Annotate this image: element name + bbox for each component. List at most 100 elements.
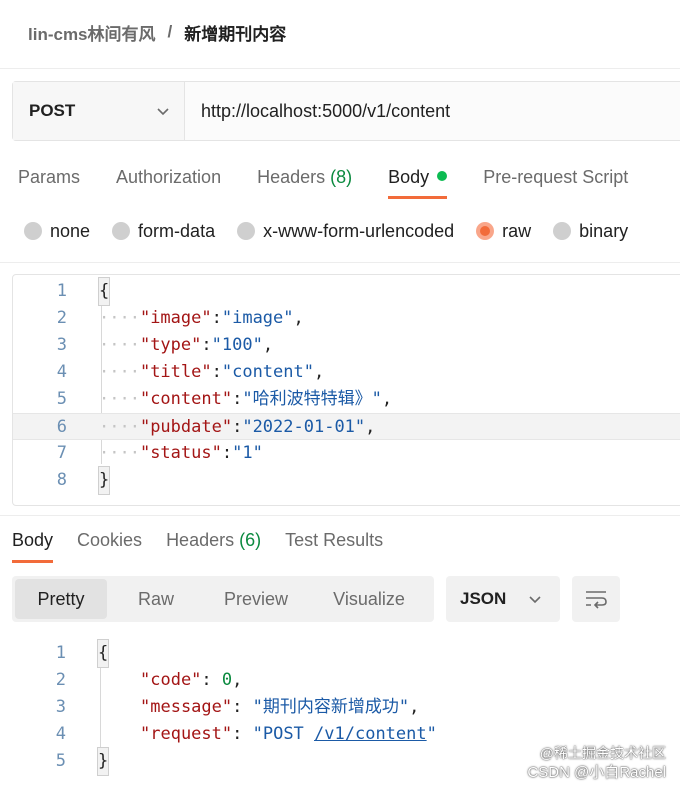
tab-body[interactable]: Body (388, 163, 448, 199)
colon: : (232, 724, 253, 744)
indent-dots: ···· (99, 417, 140, 437)
method-select[interactable]: POST (13, 82, 185, 140)
view-raw-button[interactable]: Raw (107, 579, 205, 619)
json-key: "message" (140, 697, 233, 717)
radio-binary[interactable]: binary (553, 221, 628, 242)
line-number: 2 (55, 670, 66, 690)
code-line: 8 } (13, 466, 680, 495)
comma: , (365, 417, 376, 437)
breadcrumb: lin-cms林间有风 / 新增期刊内容 (28, 20, 286, 44)
watermark-line2: CSDN @小白Rachel (527, 764, 666, 781)
resp-tab-test-results[interactable]: Test Results (285, 527, 383, 563)
headers-count: (8) (330, 167, 353, 187)
colon: : (232, 417, 243, 437)
radio-icon (24, 222, 42, 240)
breadcrumb-parent[interactable]: lin-cms林间有风 (28, 20, 156, 45)
tab-label: Params (18, 167, 81, 187)
json-key: "image" (139, 308, 212, 328)
indent-dots: ···· (99, 389, 140, 409)
resp-tab-body[interactable]: Body (12, 527, 54, 563)
line-number: 5 (55, 751, 66, 771)
radio-label: raw (502, 220, 532, 241)
comma: , (232, 670, 243, 690)
line-number: 3 (55, 697, 66, 717)
code-line: 1 { (13, 277, 680, 306)
url-input[interactable]: http://localhost:5000/v1/content (185, 82, 680, 140)
chevron-down-icon (529, 596, 541, 604)
request-bar: POST http://localhost:5000/v1/content (12, 81, 680, 141)
radio-form-data[interactable]: form-data (112, 221, 215, 242)
json-value: "image" (221, 308, 294, 328)
radio-icon (237, 222, 256, 240)
code-line: 7 ····"status":"1" (13, 440, 680, 467)
json-value: "1" (232, 443, 263, 463)
code-line: 2 "code": 0, (0, 667, 680, 694)
view-mode-group: Pretty Raw Preview Visualize (12, 576, 434, 622)
tab-label: Test Results (285, 530, 384, 550)
json-value: "期刊内容新增成功" (252, 697, 410, 717)
request-link[interactable]: /v1/content (314, 724, 427, 744)
view-preview-button[interactable]: Preview (205, 579, 307, 619)
json-value: "100" (211, 335, 263, 355)
body-type-radios: none form-data x-www-form-urlencoded raw… (24, 218, 650, 244)
code-line-highlighted: 6 ····"pubdate":"2022-01-01", (13, 413, 680, 440)
watermark-line1: @稀土掘金技术社区 (539, 745, 666, 761)
tab-label: Headers (166, 530, 235, 550)
response-tabs: Body Cookies Headers (6) Test Results (12, 527, 407, 567)
open-brace: { (97, 277, 111, 306)
radio-x-www-form-urlencoded[interactable]: x-www-form-urlencoded (237, 221, 454, 242)
tab-authorization[interactable]: Authorization (116, 163, 221, 199)
radio-label: x-www-form-urlencoded (263, 220, 455, 241)
json-key: "pubdate" (139, 417, 233, 437)
json-key: "content" (139, 389, 233, 409)
tab-params[interactable]: Params (18, 163, 80, 199)
indent-dots: ···· (99, 335, 140, 355)
radio-label: form-data (138, 220, 216, 241)
code-line: 3 ····"type":"100", (13, 332, 680, 359)
colon: : (201, 335, 212, 355)
line-number: 5 (56, 389, 67, 409)
code-line: 4 ····"title":"content", (13, 359, 680, 386)
chevron-down-icon (157, 108, 169, 116)
line-number: 6 (56, 417, 67, 437)
open-brace: { (96, 639, 110, 668)
tab-label: Body (12, 530, 54, 550)
json-value: "content" (221, 362, 314, 382)
watermark: @稀土掘金技术社区 CSDN @小白Rachel (527, 743, 666, 783)
line-number: 4 (56, 362, 67, 382)
line-number: 4 (55, 724, 66, 744)
json-value: "2022-01-01" (242, 417, 366, 437)
headers-count: (6) (239, 530, 262, 550)
format-select[interactable]: JSON (446, 576, 560, 622)
line-number: 1 (56, 281, 67, 301)
colon: : (211, 362, 222, 382)
tab-label: Pre-request Script (483, 167, 629, 187)
colon: : (232, 389, 243, 409)
divider (0, 515, 680, 516)
resp-tab-cookies[interactable]: Cookies (77, 527, 142, 563)
request-body-editor[interactable]: 1 { 2 ····"image":"image", 3 ····"type":… (12, 274, 680, 506)
view-pretty-button[interactable]: Pretty (15, 579, 107, 619)
wrap-lines-button[interactable] (572, 576, 620, 622)
resp-tab-headers[interactable]: Headers (6) (166, 527, 261, 563)
indent-dots: ···· (99, 443, 140, 463)
json-key: "title" (139, 362, 212, 382)
status-dot-icon (437, 171, 448, 182)
close-brace: } (97, 466, 111, 495)
json-value-suffix: " (426, 724, 437, 744)
view-visualize-button[interactable]: Visualize (307, 579, 431, 619)
code-line: 5 ····"content":"哈利波特特辑》", (13, 386, 680, 413)
comma: , (409, 697, 420, 717)
radio-none[interactable]: none (24, 221, 90, 242)
comma: , (293, 308, 304, 328)
json-value: "哈利波特特辑》" (242, 389, 382, 409)
indent-dots: ···· (99, 362, 140, 382)
tab-label: Cookies (77, 530, 143, 550)
indent-dots: ···· (99, 308, 140, 328)
tab-pre-request-script[interactable]: Pre-request Script (483, 163, 628, 199)
comma: , (262, 335, 274, 355)
comma: , (381, 389, 393, 409)
tab-headers[interactable]: Headers (8) (257, 163, 352, 199)
json-key: "request" (140, 724, 233, 744)
radio-raw[interactable]: raw (476, 221, 531, 242)
